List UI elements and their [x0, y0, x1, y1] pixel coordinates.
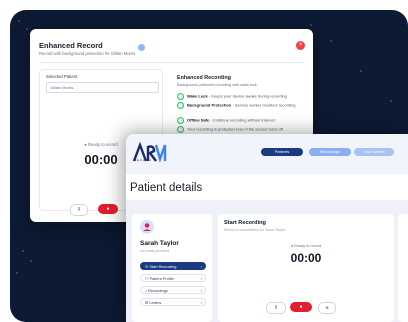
feature-item: Background Protection - Service worker m… [177, 102, 305, 109]
feature-item: Wake Lock - Keeps your device awake duri… [177, 93, 305, 100]
feature-item: Your recording is protected even if the … [177, 126, 305, 133]
patient-details-window: HEALTH Patients Recordings Your Letters … [126, 134, 408, 322]
modal-subtitle: Record with background protection for Gi… [39, 51, 136, 56]
feature-item: Offline Safe - Continue recording withou… [177, 117, 305, 124]
timer-display: 00:00 [290, 251, 322, 265]
divider [39, 62, 304, 63]
logo-subtext: HEALTH [134, 158, 152, 162]
decor-dot [360, 70, 362, 72]
app-header: HEALTH Patients Recordings Your Letters [126, 134, 408, 174]
ready-status: ● Ready to record [290, 244, 322, 248]
decor-dot [16, 272, 18, 274]
decor-dot [26, 28, 28, 30]
check-icon [177, 117, 184, 124]
pause-button[interactable]: II [70, 204, 88, 216]
patient-email: No email provided [140, 249, 169, 253]
check-icon [177, 93, 184, 100]
side-panel-edge [398, 214, 408, 322]
chevron-right-icon: › [200, 300, 202, 305]
selected-patient-label: Selected Patient [46, 74, 78, 79]
decor-dot [310, 24, 312, 26]
record-button[interactable]: ● [98, 204, 118, 214]
stop-button[interactable]: ■ [318, 302, 336, 314]
arvi-logo [132, 141, 167, 163]
modal-title: Enhanced Record [39, 41, 103, 50]
patient-card: Sarah Taylor No email provided ⊙ Start R… [132, 214, 212, 322]
decor-dot [18, 20, 20, 22]
menu-letters[interactable]: ✉ Letters › [140, 298, 206, 306]
pause-button[interactable]: II [266, 302, 286, 314]
features-subtitle: Background-protected recording with wake… [177, 83, 257, 87]
decor-dot [30, 260, 32, 262]
features-title: Enhanced Recording [177, 75, 231, 81]
menu-recordings[interactable]: ♪ Recordings › [140, 286, 206, 294]
decor-dot [330, 40, 332, 42]
patient-name: Sarah Taylor [140, 240, 179, 247]
record-button[interactable]: ● [290, 302, 312, 312]
nav-recordings[interactable]: Recordings [309, 148, 351, 156]
decor-dot [390, 100, 392, 102]
page-title: Patient details [130, 182, 203, 194]
chevron-right-icon: › [200, 264, 202, 269]
nav-patients[interactable]: Patients [261, 148, 303, 156]
chevron-right-icon: › [200, 276, 202, 281]
check-icon [177, 126, 184, 133]
decor-dot [22, 250, 24, 252]
menu-start-recording[interactable]: ⊙ Start Recording › [140, 262, 206, 270]
start-recording-title: Start Recording [224, 220, 266, 226]
user-icon [143, 223, 151, 231]
menu-patient-profile[interactable]: ⚇ Patient Profile › [140, 274, 206, 282]
close-icon: × [298, 42, 303, 48]
info-icon [138, 44, 145, 51]
start-recording-card: Start Recording Record a consultation fo… [218, 214, 394, 322]
avatar [140, 220, 154, 234]
start-recording-subtitle: Record a consultation for Sarah Taylor [224, 228, 286, 232]
selected-patient-field[interactable]: Gillian Morris [46, 82, 159, 93]
close-button[interactable]: × [296, 41, 305, 50]
chevron-right-icon: › [200, 288, 202, 293]
nav-your-letters[interactable]: Your Letters [354, 148, 394, 156]
check-icon [177, 102, 184, 109]
